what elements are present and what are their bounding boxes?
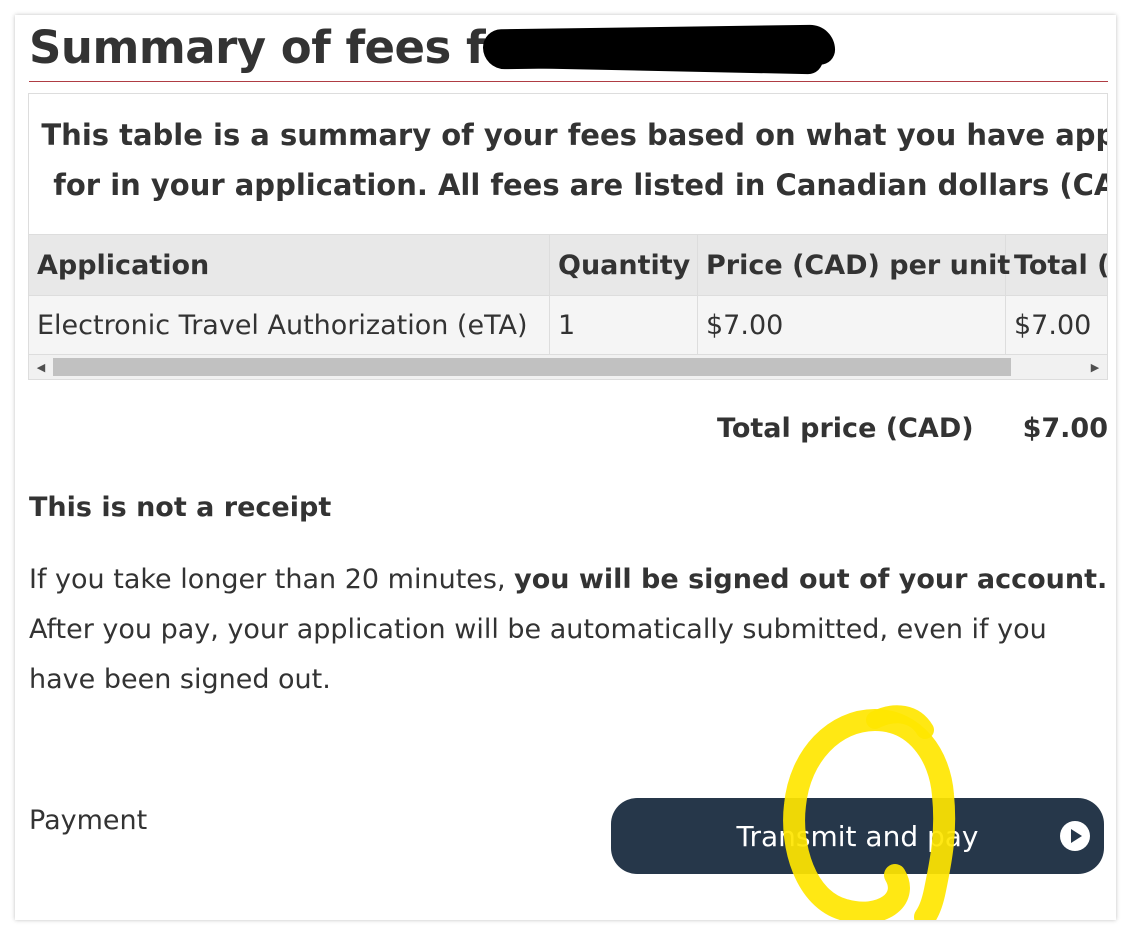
- transmit-and-pay-button[interactable]: Transmit and pay: [611, 798, 1104, 874]
- title-divider: [29, 81, 1108, 82]
- cell-price: $7.00: [698, 296, 1006, 354]
- fees-summary-panel: Summary of fees for This table is a summ…: [15, 15, 1116, 920]
- horizontal-scrollbar[interactable]: ◀ ▶: [29, 354, 1107, 379]
- payment-label: Payment: [29, 805, 148, 836]
- signout-notice: If you take longer than 20 minutes, you …: [29, 555, 1116, 705]
- column-header-price: Price (CAD) per unit: [698, 235, 1010, 295]
- fees-table-scroll-container[interactable]: This table is a summary of your fees bas…: [28, 93, 1108, 380]
- cell-quantity: 1: [550, 296, 698, 354]
- column-header-quantity: Quantity: [550, 235, 698, 295]
- cell-application: Electronic Travel Authorization (eTA): [29, 296, 550, 354]
- notice-text-end: After you pay, your application will be …: [29, 614, 1047, 695]
- column-header-application: Application: [29, 235, 550, 295]
- scroll-left-arrow-icon[interactable]: ◀: [29, 355, 53, 379]
- page-title: Summary of fees for: [29, 21, 538, 74]
- scroll-right-arrow-icon[interactable]: ▶: [1083, 355, 1107, 379]
- play-circle-icon: [1060, 821, 1090, 851]
- total-price-label: Total price (CAD): [717, 413, 974, 444]
- transmit-and-pay-label: Transmit and pay: [736, 819, 979, 853]
- column-header-total: Total (CAD): [1006, 235, 1107, 295]
- table-row: Electronic Travel Authorization (eTA) 1 …: [29, 296, 1107, 354]
- notice-text-bold: you will be signed out of your account.: [514, 564, 1108, 595]
- table-caption: This table is a summary of your fees bas…: [29, 110, 1108, 210]
- table-caption-line-2: for in your application. All fees are li…: [53, 168, 1108, 202]
- total-price-value: $7.00: [1022, 413, 1108, 444]
- table-caption-line-1: This table is a summary of your fees bas…: [41, 118, 1108, 152]
- redaction-mark-overlap: [492, 37, 824, 75]
- scrollbar-thumb[interactable]: [53, 358, 1011, 376]
- cell-total: $7.00: [1006, 296, 1107, 354]
- table-header-row: Application Quantity Price (CAD) per uni…: [29, 235, 1107, 295]
- not-receipt-heading: This is not a receipt: [29, 492, 332, 523]
- notice-text-start: If you take longer than 20 minutes,: [29, 564, 515, 595]
